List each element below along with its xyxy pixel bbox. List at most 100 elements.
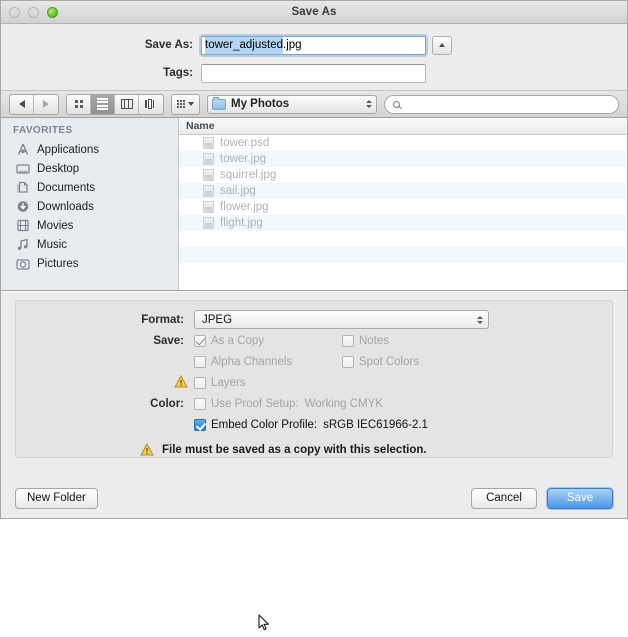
chevron-left-icon: [18, 100, 25, 108]
window-title: Save As: [291, 6, 337, 18]
sidebar-item-label: Pictures: [37, 257, 79, 270]
sidebar-item-label: Downloads: [37, 200, 94, 213]
warning-message-row: File must be saved as a copy with this s…: [16, 443, 612, 456]
expand-browser-button[interactable]: [432, 35, 452, 55]
search-icon: [393, 100, 400, 108]
search-input[interactable]: [384, 94, 619, 114]
column-header-name[interactable]: Name: [179, 118, 627, 135]
checkbox-alpha-channels[interactable]: Alpha Channels: [194, 355, 342, 368]
checkbox-label: Alpha Channels: [211, 355, 293, 368]
format-options-panel: Format: JPEG Save: As a Copy Notes Alpha…: [1, 291, 627, 631]
cancel-button[interactable]: Cancel: [471, 487, 537, 509]
list-view-button[interactable]: [91, 94, 115, 114]
format-row: Format: JPEG: [16, 310, 612, 329]
view-mode-segment: [66, 93, 164, 115]
column-view-icon: [120, 99, 133, 109]
table-row-empty: [179, 231, 627, 247]
file-name: tower.psd: [220, 137, 270, 149]
sidebar-item-label: Music: [37, 238, 68, 251]
title-bar: Save As: [1, 1, 627, 24]
desktop-icon: [15, 162, 30, 176]
file-icon: [203, 201, 214, 213]
forward-button[interactable]: [34, 95, 58, 114]
save-as-selected-text: tower_adjusted: [205, 36, 283, 54]
checkbox-box: [342, 334, 354, 347]
checkbox-box: [342, 355, 354, 368]
sidebar-item-downloads[interactable]: Downloads: [1, 197, 178, 216]
file-icon: [203, 185, 214, 197]
finder-toolbar: My Photos: [1, 90, 627, 118]
table-row[interactable]: flower.jpg: [179, 199, 627, 215]
folder-icon: [212, 96, 226, 110]
column-view-button[interactable]: [115, 94, 139, 114]
icon-view-button[interactable]: [67, 94, 91, 114]
sidebar-item-label: Movies: [37, 219, 74, 232]
color-row-1: Color: Use Proof Setup: Working CMYK: [16, 394, 612, 413]
checkbox-as-a-copy[interactable]: As a Copy: [194, 334, 342, 347]
checkbox-box: [194, 418, 206, 431]
file-name: tower.jpg: [220, 153, 267, 165]
checkbox-spot-colors[interactable]: Spot Colors: [342, 355, 420, 368]
file-icon: [203, 137, 214, 149]
file-name: flower.jpg: [220, 201, 269, 213]
table-row[interactable]: flight.jpg: [179, 215, 627, 231]
sidebar-item-music[interactable]: Music: [1, 235, 178, 254]
path-popup-button[interactable]: My Photos: [207, 94, 377, 114]
sidebar-item-pictures[interactable]: Pictures: [1, 254, 178, 273]
save-as-dialog: Save As Save As: tower_adjusted .jpg Tags…: [0, 0, 628, 631]
color-profile-value: sRGB IEC61966-2.1: [323, 418, 428, 431]
checkbox-layers[interactable]: Layers: [194, 376, 342, 389]
color-row-2: Embed Color Profile: sRGB IEC61966-2.1: [16, 415, 612, 434]
warning-triangle-icon: [174, 374, 188, 388]
arrange-button[interactable]: [171, 93, 200, 115]
table-row[interactable]: tower.jpg: [179, 151, 627, 167]
file-list: Name tower.psd tower.jpg squirrel.jpg sa…: [179, 118, 627, 290]
new-folder-button[interactable]: New Folder: [15, 487, 98, 509]
checkbox-notes[interactable]: Notes: [342, 334, 389, 347]
table-row-empty: [179, 247, 627, 263]
warning-triangle-icon: [140, 443, 154, 456]
tags-input[interactable]: [201, 63, 426, 83]
select-stepper-icon: [477, 315, 483, 324]
checkbox-embed-color-profile[interactable]: Embed Color Profile: sRGB IEC61966-2.1: [194, 418, 428, 431]
file-name: flight.jpg: [220, 217, 263, 229]
checkbox-use-proof-setup[interactable]: Use Proof Setup: Working CMYK: [194, 397, 383, 410]
file-name: squirrel.jpg: [220, 169, 277, 181]
sidebar-section-header: FAVORITES: [13, 125, 73, 136]
list-view-icon: [97, 97, 108, 111]
music-icon: [15, 238, 30, 252]
sidebar-item-applications[interactable]: Applications: [1, 140, 178, 159]
tags-row: Tags:: [1, 62, 627, 84]
sidebar-item-documents[interactable]: Documents: [1, 178, 178, 197]
file-icon: [203, 217, 214, 229]
save-options-row-3: Layers: [16, 373, 612, 392]
save-button[interactable]: Save: [547, 487, 613, 509]
file-browser: FAVORITES Applications Desktop Documents: [1, 118, 627, 291]
checkbox-label: Spot Colors: [359, 355, 420, 368]
layers-warning-holder: [16, 374, 194, 391]
coverflow-view-button[interactable]: [139, 95, 163, 114]
chevron-down-icon: [188, 102, 194, 106]
save-as-row: Save As: tower_adjusted .jpg: [1, 34, 627, 56]
checkbox-label: As a Copy: [211, 334, 265, 347]
sidebar: FAVORITES Applications Desktop Documents: [1, 118, 179, 290]
sidebar-item-label: Documents: [37, 181, 96, 194]
file-rows: tower.psd tower.jpg squirrel.jpg sail.jp…: [179, 135, 627, 290]
file-name: sail.jpg: [220, 185, 256, 197]
file-icon: [203, 153, 214, 165]
table-row[interactable]: sail.jpg: [179, 183, 627, 199]
checkbox-label: Use Proof Setup:: [211, 397, 299, 410]
back-button[interactable]: [10, 94, 34, 114]
dialog-footer: New Folder Cancel Save: [1, 478, 627, 518]
format-label: Format:: [141, 313, 184, 326]
save-as-input[interactable]: tower_adjusted .jpg: [201, 35, 426, 55]
table-row[interactable]: squirrel.jpg: [179, 167, 627, 183]
format-select[interactable]: JPEG: [194, 310, 489, 329]
sidebar-item-desktop[interactable]: Desktop: [1, 159, 178, 178]
checkbox-box: [194, 376, 206, 389]
pictures-icon: [15, 257, 30, 271]
sidebar-item-movies[interactable]: Movies: [1, 216, 178, 235]
checkbox-label: Layers: [211, 376, 246, 389]
options-inner: Format: JPEG Save: As a Copy Notes Alpha…: [15, 300, 613, 458]
table-row[interactable]: tower.psd: [179, 135, 627, 151]
